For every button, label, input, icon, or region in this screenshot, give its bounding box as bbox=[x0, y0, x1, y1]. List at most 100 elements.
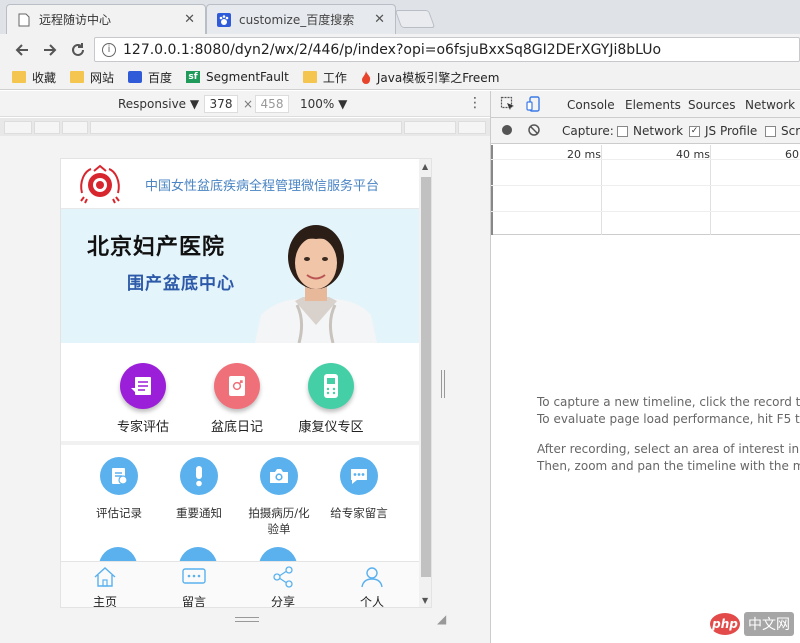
close-tab-icon[interactable]: ✕ bbox=[374, 12, 385, 27]
baidu-paw-icon bbox=[128, 71, 143, 83]
assessment-doc-icon bbox=[120, 363, 166, 409]
device-toolbar: Responsive ▼ 378 × 458 100% ▼ ⋮ bbox=[0, 91, 490, 117]
js-profile-checkbox[interactable]: ✓ JS Profile bbox=[689, 124, 757, 138]
info-icon[interactable]: i bbox=[102, 42, 116, 57]
records-icon bbox=[100, 457, 138, 495]
important-notice-button[interactable]: 重要通知 bbox=[159, 457, 239, 521]
more-options-icon[interactable]: ⋮ bbox=[468, 95, 482, 111]
diary-book-icon bbox=[214, 363, 260, 409]
url-text: 127.0.0.1:8080/dyn2/wx/2/446/p/index?opi… bbox=[123, 41, 662, 58]
checkbox[interactable] bbox=[765, 125, 776, 137]
exclamation-icon bbox=[180, 457, 218, 495]
bookmark-folder-favorites[interactable]: 收藏 bbox=[12, 69, 56, 86]
ruler-segment[interactable] bbox=[90, 121, 402, 134]
ruler-segment[interactable] bbox=[4, 121, 32, 134]
ruler-segment[interactable] bbox=[62, 121, 88, 134]
tab-share[interactable]: 分享 bbox=[253, 566, 313, 607]
rehab-device-button[interactable]: 康复仪专区 bbox=[291, 363, 371, 435]
network-checkbox[interactable]: Network bbox=[617, 124, 683, 138]
viewport-resize-handle-bottom[interactable] bbox=[235, 617, 259, 622]
feature-icon bbox=[99, 547, 137, 561]
reload-icon[interactable] bbox=[64, 36, 92, 64]
share-icon bbox=[273, 566, 293, 588]
photo-records-button[interactable]: 拍摄病历/化验单 bbox=[239, 457, 319, 537]
tab-baidu-search[interactable]: customize_百度搜索 ✕ bbox=[206, 4, 396, 34]
bookmark-segmentfault[interactable]: sf SegmentFault bbox=[186, 70, 289, 84]
tab-profile[interactable]: 个人 bbox=[342, 566, 402, 607]
new-tab-button[interactable] bbox=[394, 10, 436, 28]
timeline-hint: To capture a new timeline, click the rec… bbox=[537, 395, 800, 409]
clear-icon[interactable] bbox=[528, 124, 540, 136]
checkbox-checked[interactable]: ✓ bbox=[689, 125, 700, 137]
tab-network[interactable]: Network bbox=[745, 98, 795, 112]
leave-message-button[interactable]: 给专家留言 bbox=[319, 457, 399, 521]
pelvic-diary-button[interactable]: 盆底日记 bbox=[197, 363, 277, 435]
device-mode-select[interactable]: Responsive ▼ bbox=[118, 97, 199, 111]
feature-icon bbox=[259, 547, 297, 561]
screenshots-checkbox[interactable]: Scr bbox=[765, 124, 800, 138]
checkbox[interactable] bbox=[617, 125, 628, 137]
tab-home[interactable]: 主页 bbox=[75, 566, 135, 607]
hospital-banner[interactable]: 北京妇产医院 围产盆底中心 bbox=[61, 209, 419, 343]
tab-title: customize_百度搜索 bbox=[239, 13, 355, 27]
viewport-height-input[interactable]: 458 bbox=[255, 95, 289, 113]
timeline-hint: After recording, select an area of inter… bbox=[537, 442, 800, 456]
baidu-paw-icon bbox=[217, 12, 231, 27]
bookmark-baidu[interactable]: 百度 bbox=[128, 69, 172, 86]
inspect-element-icon[interactable] bbox=[500, 96, 516, 115]
ruler-segment[interactable] bbox=[404, 121, 456, 134]
timeline-controls: Capture: Network ✓ JS Profile Scr bbox=[491, 118, 800, 144]
timeline-row bbox=[491, 185, 800, 186]
ruler-segment[interactable] bbox=[34, 121, 60, 134]
php-logo-icon: php bbox=[710, 613, 740, 635]
scroll-up-arrow-icon[interactable]: ▲ bbox=[422, 162, 428, 171]
timeline-details-pane bbox=[491, 236, 800, 643]
timeline-overview[interactable]: 20 ms 40 ms 60 bbox=[491, 145, 800, 235]
bookmark-folder-sites[interactable]: 网站 bbox=[70, 69, 114, 86]
bookmark-java-template[interactable]: Java模板引擎之Freem bbox=[361, 69, 499, 86]
close-tab-icon[interactable]: ✕ bbox=[184, 12, 195, 27]
page-scrollbar[interactable]: ▲ ▼ bbox=[419, 159, 431, 607]
segmentfault-icon: sf bbox=[186, 71, 201, 83]
viewport-resize-handle-right[interactable] bbox=[441, 370, 445, 398]
home-icon bbox=[94, 567, 116, 587]
media-query-ruler[interactable] bbox=[0, 118, 490, 136]
tab-elements[interactable]: Elements bbox=[625, 98, 681, 112]
tab-sources[interactable]: Sources bbox=[688, 98, 735, 112]
timeline-tick-label: 20 ms bbox=[567, 148, 601, 161]
folder-icon bbox=[12, 71, 26, 83]
viewport-width-input[interactable]: 378 bbox=[204, 95, 238, 113]
scroll-down-arrow-icon[interactable]: ▼ bbox=[422, 596, 428, 605]
tab-title: 远程随访中心 bbox=[39, 13, 112, 27]
record-icon[interactable] bbox=[501, 124, 513, 136]
address-bar[interactable]: i 127.0.0.1:8080/dyn2/wx/2/446/p/index?o… bbox=[94, 37, 800, 62]
forward-arrow-icon[interactable] bbox=[36, 36, 64, 64]
section-divider bbox=[61, 441, 419, 445]
platform-logo-icon bbox=[80, 164, 120, 204]
more-feature-button[interactable] bbox=[259, 547, 297, 561]
tab-console[interactable]: Console bbox=[567, 98, 615, 112]
feature-icon bbox=[179, 547, 217, 561]
flame-icon bbox=[361, 71, 371, 84]
dimension-separator: × bbox=[243, 97, 254, 111]
more-feature-button[interactable] bbox=[99, 547, 137, 561]
viewport-resize-handle-corner[interactable]: ◢ bbox=[437, 612, 446, 626]
bookmark-folder-work[interactable]: 工作 bbox=[302, 69, 347, 86]
tab-remote-followup[interactable]: 远程随访中心 ✕ bbox=[6, 4, 206, 34]
site-watermark: php 中文网 bbox=[710, 612, 794, 636]
watermark-text: 中文网 bbox=[744, 612, 794, 636]
more-feature-button[interactable] bbox=[179, 547, 217, 561]
zoom-select[interactable]: 100% ▼ bbox=[300, 97, 347, 111]
tab-messages[interactable]: 留言 bbox=[164, 566, 224, 607]
person-icon bbox=[361, 567, 383, 588]
back-arrow-icon[interactable] bbox=[8, 36, 36, 64]
ruler-segment[interactable] bbox=[458, 121, 486, 134]
scrollbar-thumb[interactable] bbox=[421, 177, 431, 577]
expert-assessment-button[interactable]: 专家评估 bbox=[103, 363, 183, 435]
folder-icon bbox=[70, 71, 85, 83]
assessment-records-button[interactable]: 评估记录 bbox=[79, 457, 159, 521]
mobile-page: 中国女性盆底疾病全程管理微信服务平台 北京妇产医院 围产盆底中心 专家评估 盆底 bbox=[60, 158, 432, 608]
device-toggle-icon[interactable] bbox=[526, 96, 542, 115]
devtools-tab-bar: Console Elements Sources Network bbox=[491, 91, 800, 118]
timeline-row bbox=[491, 159, 800, 160]
